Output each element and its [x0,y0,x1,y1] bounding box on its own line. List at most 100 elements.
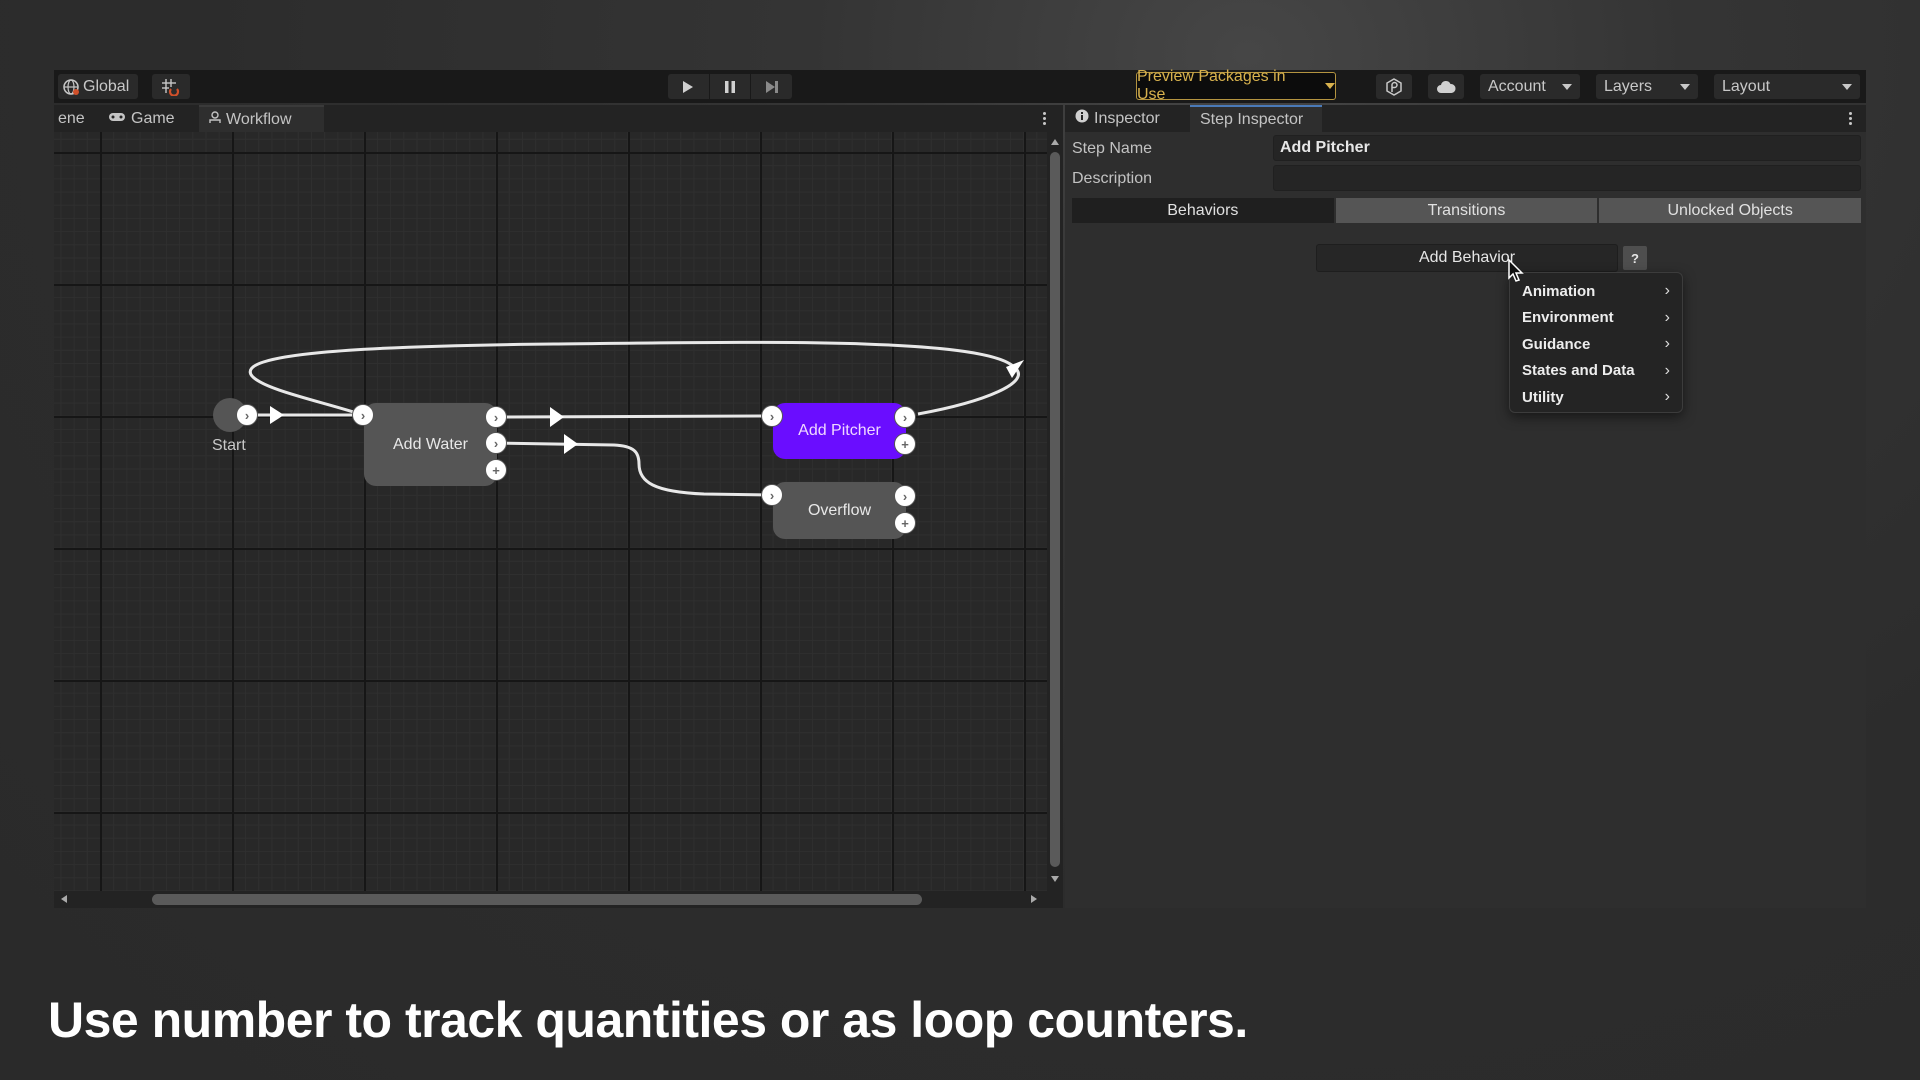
add-behavior-menu: Animation › Environment › Guidance › Sta… [1509,272,1683,413]
chevron-down-icon [1842,83,1852,90]
node-add-water-label: Add Water [393,435,468,453]
node-add-pitcher-label: Add Pitcher [798,422,881,439]
collab-button[interactable] [1376,74,1412,99]
more-options-icon[interactable] [1848,112,1852,125]
add-water-output-port-2[interactable]: › [485,432,507,454]
left-window-tab-bar: ene Game Workflow [54,105,1063,132]
step-name-label: Step Name [1072,140,1153,157]
layers-label: Layers [1604,77,1653,95]
edge-add-water-to-add-pitcher [495,414,773,419]
tab-transitions[interactable]: Transitions [1335,198,1598,223]
pause-button[interactable] [709,74,751,99]
add-water-add-port[interactable]: + [485,459,507,481]
horizontal-scroll-thumb[interactable] [152,894,922,905]
menu-item-label: Guidance [1522,335,1591,353]
global-toggle-button[interactable]: Global [58,74,138,99]
add-pitcher-output-port[interactable]: › [894,406,916,428]
menu-item-environment[interactable]: Environment › [1510,305,1682,332]
node-add-pitcher[interactable]: Add Pitcher [773,403,906,459]
step-inspector-panel: Step Name Add Pitcher Description Behavi… [1065,132,1866,908]
overflow-add-port[interactable]: + [894,512,916,534]
tab-workflow[interactable]: Workflow [199,105,324,132]
menu-item-animation[interactable]: Animation › [1510,278,1682,305]
account-dropdown[interactable]: Account [1480,74,1580,99]
tab-scene-label: ene [58,109,85,127]
cloud-button[interactable] [1428,74,1464,99]
overflow-output-port[interactable]: › [894,485,916,507]
step-name-field[interactable]: Add Pitcher [1273,135,1861,161]
scroll-right-icon[interactable] [1031,895,1037,903]
chevron-right-icon: › [1664,361,1670,379]
tab-behaviors[interactable]: Behaviors [1072,198,1334,223]
chevron-right-icon: › [1664,308,1670,326]
node-add-water[interactable]: Add Water [364,403,497,486]
chevron-right-icon: › [1664,335,1670,353]
tab-game[interactable]: Game [98,105,185,132]
chevron-right-icon: › [1664,388,1670,406]
start-output-port[interactable]: › [236,404,258,426]
tab-unlocked-objects[interactable]: Unlocked Objects [1599,198,1862,223]
add-pitcher-add-port[interactable]: + [894,433,916,455]
account-label: Account [1488,77,1546,95]
tab-inspector[interactable]: Inspector [1065,105,1170,132]
add-water-output-port[interactable]: › [485,406,507,428]
grid-magnet-icon [161,78,181,96]
description-label: Description [1072,170,1153,187]
vertical-scroll-thumb[interactable] [1050,152,1060,867]
collab-icon [1386,77,1402,96]
edge-start-arrow [270,406,284,424]
layers-dropdown[interactable]: Layers [1596,74,1698,99]
add-pitcher-input-port[interactable]: › [761,405,783,427]
scroll-left-icon[interactable] [61,895,67,903]
layout-label: Layout [1722,77,1771,95]
scroll-down-icon[interactable] [1051,876,1059,882]
tab-workflow-label: Workflow [226,110,292,128]
workflow-icon [209,110,221,129]
more-options-icon[interactable] [1042,112,1046,125]
node-overflow-label: Overflow [807,501,872,519]
step-button[interactable] [751,74,793,99]
add-water-input-port[interactable]: › [352,404,374,426]
menu-item-label: Environment [1522,309,1614,327]
menu-item-utility[interactable]: Utility › [1510,384,1682,411]
chevron-down-icon [1325,82,1335,90]
workflow-graph-canvas[interactable]: › Start Add Water › › › + Add Pitcher › … [54,132,1047,891]
layout-dropdown[interactable]: Layout [1714,74,1860,99]
description-field[interactable] [1273,165,1861,191]
menu-item-label: Utility [1522,388,1564,406]
menu-item-guidance[interactable]: Guidance › [1510,331,1682,358]
mouse-cursor-icon [1508,258,1524,288]
play-button[interactable] [668,74,709,99]
tab-step-inspector-label: Step Inspector [1200,110,1304,128]
menu-item-states-and-data[interactable]: States and Data › [1510,358,1682,385]
edge-pitcher-arrow [550,407,564,427]
globe-icon [62,78,80,96]
edge-add-water-to-overflow [495,441,773,497]
chevron-down-icon [1680,83,1690,90]
preview-packages-dropdown[interactable]: Preview Packages in Use [1136,68,1336,103]
step-forward-icon [765,80,779,94]
gamepad-icon [108,110,126,128]
menu-item-label: Animation [1522,282,1596,300]
menu-item-label: States and Data [1522,362,1635,380]
help-button[interactable]: ? [1623,246,1647,270]
vertical-scrollbar[interactable] [1047,132,1063,891]
horizontal-scrollbar[interactable] [54,891,1063,908]
node-overflow[interactable]: Overflow [773,482,906,539]
preview-packages-label: Preview Packages in Use [1137,68,1286,103]
tab-inspector-label: Inspector [1094,109,1160,127]
tab-game-label: Game [131,109,175,127]
inspector-tab-bar: Inspector Step Inspector [1065,105,1866,132]
start-node-label: Start [212,437,246,454]
video-caption: Use number to track quantities or as loo… [48,992,1248,1048]
grid-snap-button[interactable] [152,74,190,99]
playback-controls [668,74,793,99]
overflow-input-port[interactable]: › [761,484,783,506]
chevron-right-icon: › [1664,282,1670,300]
cloud-icon [1436,80,1456,94]
tab-scene[interactable]: ene [48,105,95,132]
edge-overflow-arrow [564,434,578,454]
scroll-up-icon[interactable] [1051,139,1059,145]
add-behavior-button[interactable]: Add Behavior [1316,244,1618,272]
tab-step-inspector[interactable]: Step Inspector [1190,105,1322,132]
